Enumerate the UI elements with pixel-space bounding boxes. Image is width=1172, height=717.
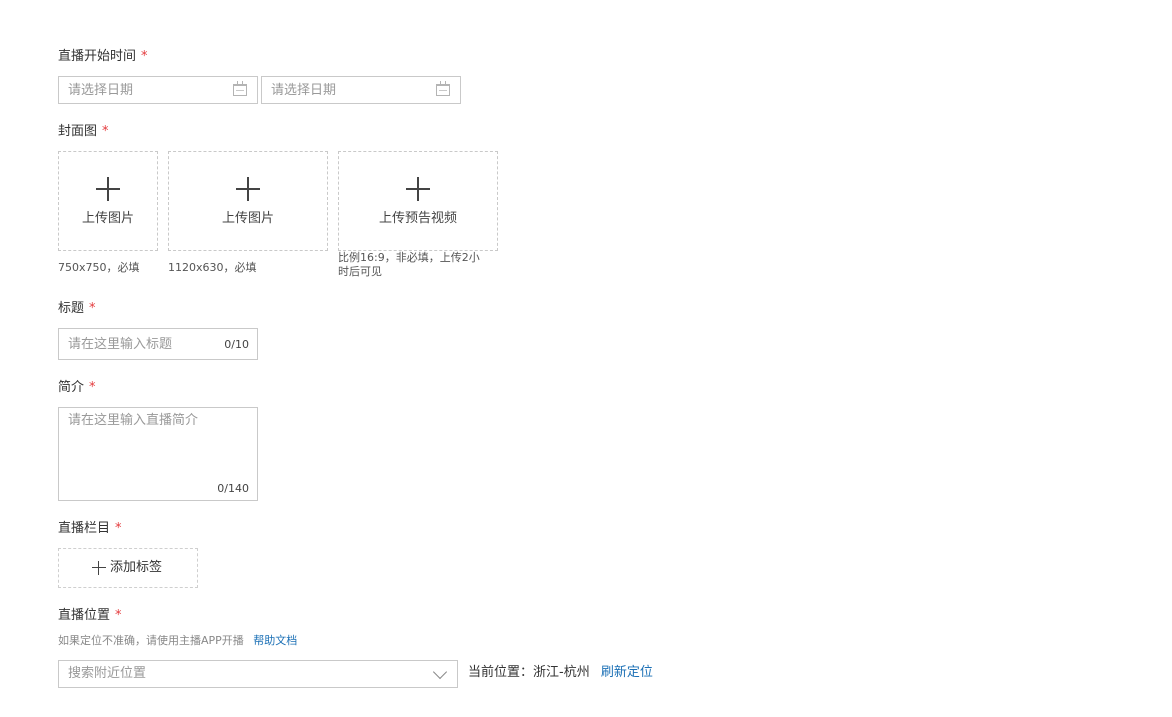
upload-hint-line: 比例16:9，非必填，上传2小 (338, 251, 480, 264)
upload-hint-line: 时后可见 (338, 265, 382, 278)
plus-icon (406, 177, 430, 201)
location-search-placeholder: 搜索附近位置 (68, 666, 147, 681)
required-mark: * (141, 49, 148, 64)
refresh-location-link[interactable]: 刷新定位 (601, 665, 653, 680)
upload-square-cover-button[interactable]: 上传图片 (58, 151, 158, 251)
intro-textarea[interactable]: 请在这里输入直播简介 0/140 (58, 407, 258, 501)
intro-placeholder: 请在这里输入直播简介 (68, 413, 199, 428)
intro-label-text: 简介 (58, 380, 85, 395)
upload-label: 上传预告视频 (378, 211, 457, 226)
title-placeholder: 请在这里输入标题 (68, 337, 173, 352)
live-create-form: 直播开始时间 * 请选择日期 请选择日期 封面图 * 上传图片 750x750，必填… (58, 0, 1158, 717)
required-mark: * (115, 608, 122, 623)
title-label-text: 标题 (58, 301, 85, 316)
current-location-prefix: 当前位置： (468, 665, 534, 680)
column-label-text: 直播栏目 (58, 521, 111, 536)
location-search-select[interactable]: 搜索附近位置 (58, 660, 458, 688)
add-tag-button[interactable]: 添加标签 (58, 548, 198, 588)
plus-icon (236, 177, 260, 201)
upload-preview-video-button[interactable]: 上传预告视频 (338, 151, 498, 251)
start-time-label-text: 直播开始时间 (58, 49, 137, 64)
required-mark: * (89, 301, 96, 316)
upload-wide-cover-button[interactable]: 上传图片 (168, 151, 328, 251)
location-label: 直播位置 * (58, 607, 122, 625)
location-note-text: 如果定位不准确，请使用主播APP开播 (58, 634, 244, 647)
location-label-text: 直播位置 (58, 608, 111, 623)
start-date-picker[interactable]: 请选择日期 (58, 76, 258, 104)
title-input[interactable]: 请在这里输入标题 0/10 (58, 328, 258, 360)
chevron-down-icon (432, 664, 448, 680)
title-char-counter: 0/10 (224, 338, 249, 351)
upload-hint: 1120x630，必填 (168, 261, 257, 274)
required-mark: * (102, 124, 109, 139)
add-tag-label: 添加标签 (110, 560, 163, 575)
required-mark: * (115, 521, 122, 536)
help-doc-link[interactable]: 帮助文档 (253, 634, 297, 647)
upload-hint: 比例16:9，非必填，上传2小 时后可见 (338, 251, 480, 279)
upload-hint: 750x750，必填 (58, 261, 140, 274)
required-mark: * (89, 380, 96, 395)
plus-icon (92, 561, 106, 575)
start-date-placeholder: 请选择日期 (68, 83, 134, 98)
start-time-label: 直播开始时间 * (58, 48, 148, 66)
calendar-icon (436, 81, 450, 96)
column-label: 直播栏目 * (58, 520, 122, 538)
end-date-picker[interactable]: 请选择日期 (261, 76, 461, 104)
upload-label: 上传图片 (81, 211, 134, 226)
location-note: 如果定位不准确，请使用主播APP开播 帮助文档 (58, 634, 297, 648)
intro-label: 简介 * (58, 379, 96, 397)
plus-icon (96, 177, 120, 201)
intro-char-counter: 0/140 (217, 482, 249, 495)
title-label: 标题 * (58, 300, 96, 318)
current-location-value: 浙江-杭州 (533, 665, 590, 680)
current-location: 当前位置：浙江-杭州 刷新定位 (468, 664, 653, 682)
cover-label-text: 封面图 (58, 124, 98, 139)
upload-label: 上传图片 (221, 211, 274, 226)
calendar-icon (233, 81, 247, 96)
cover-label: 封面图 * (58, 123, 109, 141)
end-date-placeholder: 请选择日期 (271, 83, 337, 98)
